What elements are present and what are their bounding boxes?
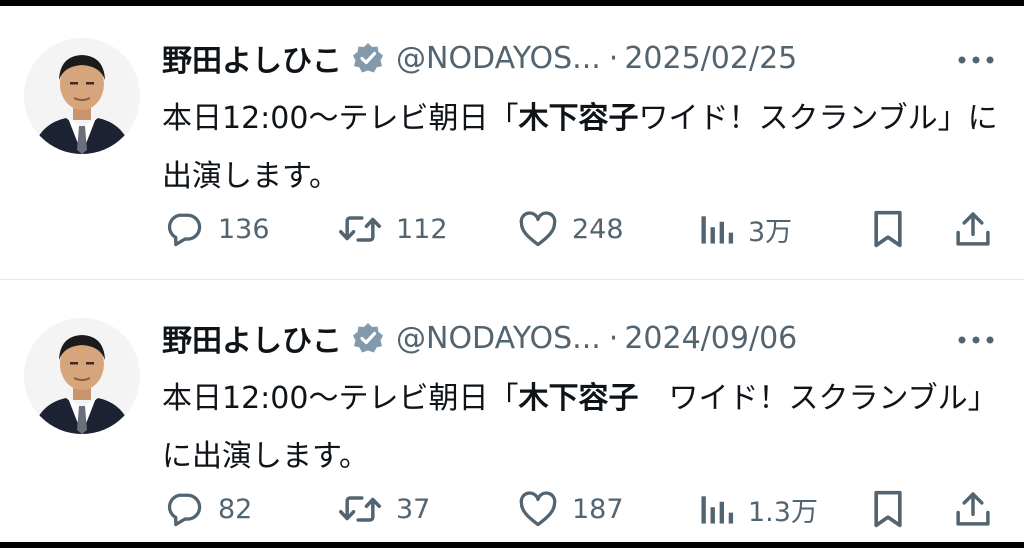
bookmark-button[interactable] [868, 206, 908, 252]
reply-count: 136 [218, 213, 270, 245]
reply-count: 82 [218, 493, 253, 525]
timeline: 野田よしひこ @NODAYOS... · 2025/02/25 本日12:00〜… [0, 6, 1024, 542]
tweet-text-part: 本日12:00〜テレビ朝日「 [162, 101, 519, 136]
like-count: 187 [572, 493, 624, 525]
avatar[interactable] [24, 38, 140, 154]
retweet-button[interactable]: 37 [336, 486, 430, 532]
heart-icon [516, 487, 560, 531]
views-count: 3万 [748, 216, 793, 248]
tweet-text: 本日12:00〜テレビ朝日「木下容子 ワイド！スクランブル」に出演します。 [162, 370, 1002, 486]
tweet-header: 野田よしひこ @NODAYOS... · 2024/09/06 [162, 316, 797, 360]
tweet-divider [0, 279, 1024, 280]
verified-badge-icon [352, 322, 384, 354]
like-button[interactable]: 248 [516, 206, 624, 252]
share-icon [952, 487, 994, 531]
views-count: 1.3万 [748, 496, 818, 528]
tweet[interactable]: 野田よしひこ @NODAYOS... · 2025/02/25 本日12:00〜… [0, 6, 1024, 272]
views-icon [696, 487, 736, 531]
author-name[interactable]: 野田よしひこ [162, 36, 342, 80]
author-handle[interactable]: @NODAYOS... [396, 41, 601, 76]
tweet-text-bold: 木下容子 [518, 381, 639, 416]
tweet-text-bold: 木下容子 [518, 101, 639, 136]
retweet-count: 112 [396, 213, 448, 245]
action-bar: 136 112 248 3万 [162, 206, 998, 252]
heart-icon [516, 207, 560, 251]
header-separator: · [608, 40, 619, 76]
bookmark-button[interactable] [868, 486, 908, 532]
verified-badge-icon [352, 42, 384, 74]
more-dots-icon[interactable] [956, 332, 996, 346]
retweet-button[interactable]: 112 [336, 206, 448, 252]
tweet-text-part: 本日12:00〜テレビ朝日「 [162, 381, 519, 416]
like-button[interactable]: 187 [516, 486, 624, 532]
retweet-icon [336, 207, 384, 251]
reply-icon [162, 207, 206, 251]
tweet-date[interactable]: 2025/02/25 [624, 41, 797, 76]
reply-button[interactable]: 136 [162, 206, 270, 252]
tweet-date[interactable]: 2024/09/06 [624, 321, 797, 356]
header-separator: · [608, 320, 619, 356]
avatar[interactable] [24, 318, 140, 434]
retweet-icon [336, 487, 384, 531]
tweet[interactable]: 野田よしひこ @NODAYOS... · 2024/09/06 本日12:00〜… [0, 286, 1024, 542]
tweet-text: 本日12:00〜テレビ朝日「木下容子ワイド！スクランブル」に出演します。 [162, 90, 1002, 206]
views-button[interactable]: 3万 [696, 206, 792, 252]
action-bar: 82 37 187 1.3万 [162, 486, 998, 532]
author-name[interactable]: 野田よしひこ [162, 316, 342, 360]
more-dots-icon[interactable] [956, 52, 996, 66]
reply-icon [162, 487, 206, 531]
bookmark-icon [868, 207, 908, 251]
retweet-count: 37 [396, 493, 431, 525]
views-button[interactable]: 1.3万 [696, 486, 818, 532]
share-button[interactable] [952, 486, 994, 532]
tweet-header: 野田よしひこ @NODAYOS... · 2025/02/25 [162, 36, 797, 80]
views-icon [696, 207, 736, 251]
reply-button[interactable]: 82 [162, 486, 252, 532]
bookmark-icon [868, 487, 908, 531]
author-handle[interactable]: @NODAYOS... [396, 321, 601, 356]
like-count: 248 [572, 213, 624, 245]
share-icon [952, 207, 994, 251]
share-button[interactable] [952, 206, 994, 252]
